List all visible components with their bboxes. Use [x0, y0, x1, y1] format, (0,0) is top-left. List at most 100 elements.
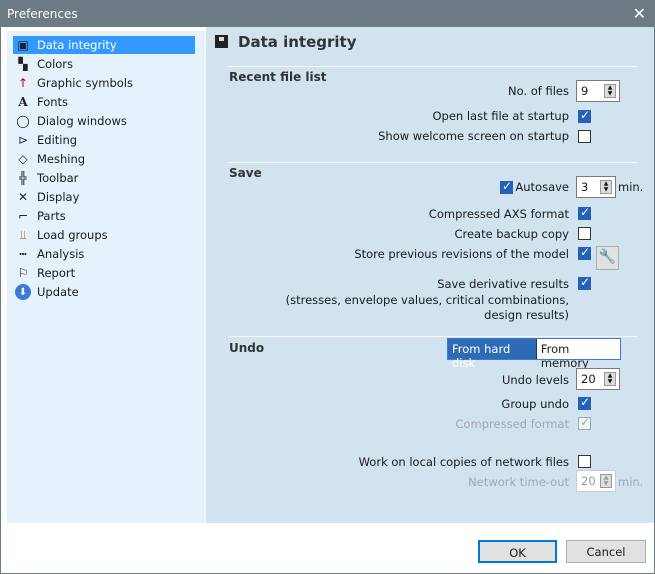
- sidebar-item-update[interactable]: ⬇ Update: [13, 283, 195, 301]
- floppy-disk-icon: ▣: [17, 38, 29, 52]
- undo-levels-stepper[interactable]: 20 ▲ ▼: [576, 368, 620, 390]
- autosave-unit: min.: [618, 180, 644, 194]
- title-bar: Preferences ✕: [1, 1, 655, 27]
- revisions-settings-button[interactable]: 🔧: [596, 246, 619, 270]
- section-save: Save: [229, 166, 262, 180]
- compressed-format-label: Compressed format: [455, 417, 569, 431]
- welcome-screen-checkbox[interactable]: [578, 130, 591, 143]
- sidebar: ▣ Data integrity ▚ Colors ↑ Graphic symbols…: [7, 31, 205, 523]
- compressed-axs-checkbox[interactable]: [578, 205, 591, 220]
- undo-mode-toggle: From hard disk From memory: [447, 338, 621, 370]
- from-hard-disk-option[interactable]: From hard disk: [448, 339, 536, 370]
- network-timeout-value: 20: [581, 474, 596, 488]
- network-timeout-unit: min.: [618, 475, 644, 489]
- meshing-icon: ◇: [18, 152, 28, 166]
- floppy-disk-icon: [215, 35, 228, 48]
- sidebar-item-label: Load groups: [37, 228, 108, 242]
- local-copies-label: Work on local copies of network files: [358, 455, 569, 469]
- sidebar-item-label: Fonts: [37, 95, 69, 109]
- divider: [228, 66, 637, 67]
- network-timeout-stepper: 20 ▲ ▼: [576, 470, 616, 492]
- welcome-screen-label: Show welcome screen on startup: [378, 129, 569, 143]
- network-timeout-label: Network time-out: [468, 475, 569, 489]
- wrench-icon: 🔧: [598, 249, 617, 265]
- compressed-axs-label: Compressed AXS format: [428, 207, 569, 221]
- section-recent-file-list: Recent file list: [229, 70, 327, 84]
- spin-arrows-icon[interactable]: ▲ ▼: [604, 84, 616, 98]
- spin-arrows-icon[interactable]: ▲ ▼: [604, 372, 616, 386]
- sidebar-item-label: Update: [37, 285, 79, 299]
- ok-button[interactable]: OK: [478, 540, 557, 563]
- cancel-button[interactable]: Cancel: [566, 540, 646, 563]
- sidebar-item-editing[interactable]: ⊳ Editing: [13, 131, 195, 149]
- sidebar-item-label: Editing: [37, 133, 78, 147]
- font-icon: A: [18, 95, 28, 109]
- from-memory-option[interactable]: From memory: [535, 339, 620, 370]
- sidebar-item-label: Report: [37, 266, 76, 280]
- autosave-checkbox[interactable]: [500, 179, 513, 194]
- divider: [228, 336, 637, 337]
- sidebar-item-report[interactable]: ⚐ Report: [13, 264, 195, 282]
- sidebar-item-colors[interactable]: ▚ Colors: [13, 55, 195, 73]
- update-icon: ⬇: [15, 284, 31, 300]
- editing-icon: ⊳: [17, 133, 29, 147]
- derivative-note-line2: design results): [484, 308, 569, 322]
- sidebar-item-label: Display: [37, 190, 80, 204]
- no-of-files-label: No. of files: [508, 84, 569, 98]
- sidebar-item-label: Colors: [37, 57, 74, 71]
- derivative-results-label: Save derivative results: [437, 277, 569, 291]
- store-revisions-checkbox[interactable]: [578, 245, 591, 260]
- section-undo: Undo: [229, 341, 265, 355]
- compressed-format-checkbox: [578, 415, 591, 430]
- open-last-file-checkbox[interactable]: [578, 108, 591, 123]
- autosave-stepper[interactable]: 3 ▲ ▼: [576, 176, 616, 198]
- spin-arrows-icon[interactable]: ▲ ▼: [600, 180, 612, 194]
- close-icon[interactable]: ✕: [633, 4, 646, 23]
- autosave-label: Autosave: [515, 180, 569, 194]
- group-undo-label: Group undo: [501, 397, 569, 411]
- sidebar-item-dialog-windows[interactable]: ◯ Dialog windows: [13, 112, 195, 130]
- divider: [228, 162, 637, 163]
- analysis-icon: ┅: [19, 247, 27, 261]
- group-undo-checkbox[interactable]: [578, 395, 591, 410]
- store-revisions-label: Store previous revisions of the model: [354, 247, 569, 261]
- settings-panel: Data integrity Recent file list No. of f…: [206, 27, 654, 523]
- sidebar-item-fonts[interactable]: A Fonts: [13, 93, 195, 111]
- sidebar-item-load-groups[interactable]: ⫫ Load groups: [13, 226, 195, 244]
- sidebar-item-display[interactable]: ✕ Display: [13, 188, 195, 206]
- derivative-results-checkbox[interactable]: [578, 275, 591, 290]
- sidebar-item-label: Toolbar: [37, 171, 79, 185]
- autosave-value: 3: [581, 180, 589, 194]
- load-groups-icon: ⫫: [19, 227, 27, 242]
- sidebar-item-label: Data integrity: [37, 38, 117, 52]
- report-icon: ⚐: [17, 266, 29, 280]
- page-title: Data integrity: [238, 33, 357, 51]
- dialog-bubble-icon: ◯: [16, 114, 30, 128]
- toolbar-icon: ╬: [19, 171, 27, 185]
- no-of-files-stepper[interactable]: 9 ▲ ▼: [576, 80, 620, 102]
- colors-icon: ▚: [18, 57, 28, 71]
- derivative-note-line1: (stresses, envelope values, critical com…: [285, 293, 569, 307]
- window-title: Preferences: [7, 7, 78, 21]
- no-of-files-value: 9: [581, 84, 589, 98]
- backup-copy-checkbox[interactable]: [578, 227, 591, 240]
- graphic-symbols-icon: ↑: [17, 76, 29, 90]
- parts-icon: ⌐: [17, 209, 29, 223]
- sidebar-item-label: Parts: [37, 209, 66, 223]
- display-icon: ✕: [17, 190, 29, 204]
- sidebar-item-analysis[interactable]: ┅ Analysis: [13, 245, 195, 263]
- sidebar-item-label: Graphic symbols: [37, 76, 133, 90]
- sidebar-item-label: Dialog windows: [37, 114, 127, 128]
- sidebar-item-data-integrity[interactable]: ▣ Data integrity: [13, 36, 195, 54]
- sidebar-item-label: Meshing: [37, 152, 86, 166]
- spin-arrows-icon: ▲ ▼: [600, 474, 612, 488]
- undo-levels-label: Undo levels: [501, 373, 569, 387]
- sidebar-item-parts[interactable]: ⌐ Parts: [13, 207, 195, 225]
- sidebar-item-label: Analysis: [37, 247, 85, 261]
- local-copies-checkbox[interactable]: [578, 455, 591, 468]
- undo-levels-value: 20: [581, 372, 596, 386]
- sidebar-item-meshing[interactable]: ◇ Meshing: [13, 150, 195, 168]
- backup-copy-label: Create backup copy: [454, 227, 569, 241]
- sidebar-item-toolbar[interactable]: ╬ Toolbar: [13, 169, 195, 187]
- sidebar-item-graphic-symbols[interactable]: ↑ Graphic symbols: [13, 74, 195, 92]
